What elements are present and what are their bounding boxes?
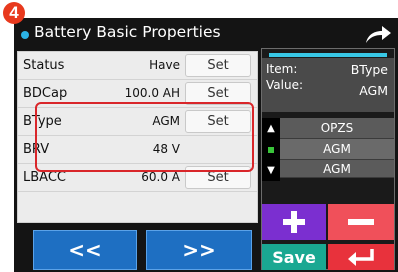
row-brv: BRV 48 V: [18, 136, 257, 164]
minus-icon: [348, 219, 374, 225]
enter-return-icon: [348, 249, 374, 266]
set-lbacc-button[interactable]: Set: [185, 166, 251, 189]
option-item[interactable]: OPZS: [280, 118, 394, 139]
plus-icon: [283, 211, 305, 233]
panel-accent-bar: [269, 53, 387, 57]
device-screen: Battery Basic Properties Status Have Set…: [14, 18, 398, 272]
current-value-text: AGM: [359, 83, 388, 98]
row-value: Have: [149, 58, 180, 72]
next-page-button[interactable]: >>: [146, 230, 252, 270]
row-value: 100.0 AH: [124, 86, 180, 100]
decrease-button[interactable]: [328, 204, 394, 240]
page-title: Battery Basic Properties: [34, 23, 221, 41]
row-label: Status: [23, 58, 65, 73]
row-empty: [18, 192, 257, 222]
save-button[interactable]: Save: [262, 244, 326, 270]
item-key-label: Item:: [266, 62, 298, 76]
item-info-box: Item: BType Value: AGM: [262, 58, 394, 112]
row-label: BType: [23, 114, 62, 129]
step-number-badge: 4: [3, 2, 25, 24]
option-item[interactable]: AGM: [280, 160, 394, 178]
set-status-button[interactable]: Set: [185, 54, 251, 77]
property-list: Status Have Set BDCap 100.0 AH Set BType…: [17, 51, 258, 223]
title-bullet-dot: [21, 31, 29, 39]
share-arrow-icon[interactable]: [364, 23, 392, 45]
row-value: 60.0 A: [141, 170, 180, 184]
enter-button[interactable]: [328, 244, 394, 270]
option-item-selected[interactable]: AGM: [280, 139, 394, 160]
previous-page-button[interactable]: <<: [33, 230, 137, 270]
row-lbacc: LBACC 60.0 A Set: [18, 164, 257, 192]
set-bdcap-button[interactable]: Set: [185, 82, 251, 105]
row-label: BDCap: [23, 86, 68, 101]
increase-button[interactable]: [262, 204, 326, 240]
value-key-label: Value:: [266, 78, 303, 92]
row-btype: BType AGM Set: [18, 108, 257, 136]
scroll-down-icon[interactable]: ▼: [262, 160, 280, 181]
set-btype-button[interactable]: Set: [185, 110, 251, 133]
edit-panel: Item: BType Value: AGM ▲ OPZS AGM ▼ AGM …: [261, 48, 395, 270]
row-label: LBACC: [23, 170, 66, 185]
row-value: 48 V: [152, 142, 180, 156]
selected-marker-icon: [262, 139, 280, 160]
row-bdcap: BDCap 100.0 AH Set: [18, 80, 257, 108]
scroll-up-icon[interactable]: ▲: [262, 118, 280, 139]
row-label: BRV: [23, 142, 50, 157]
item-value-text: BType: [350, 62, 388, 77]
screen-header: Battery Basic Properties: [14, 18, 398, 48]
row-status: Status Have Set: [18, 52, 257, 80]
row-value: AGM: [152, 114, 180, 128]
